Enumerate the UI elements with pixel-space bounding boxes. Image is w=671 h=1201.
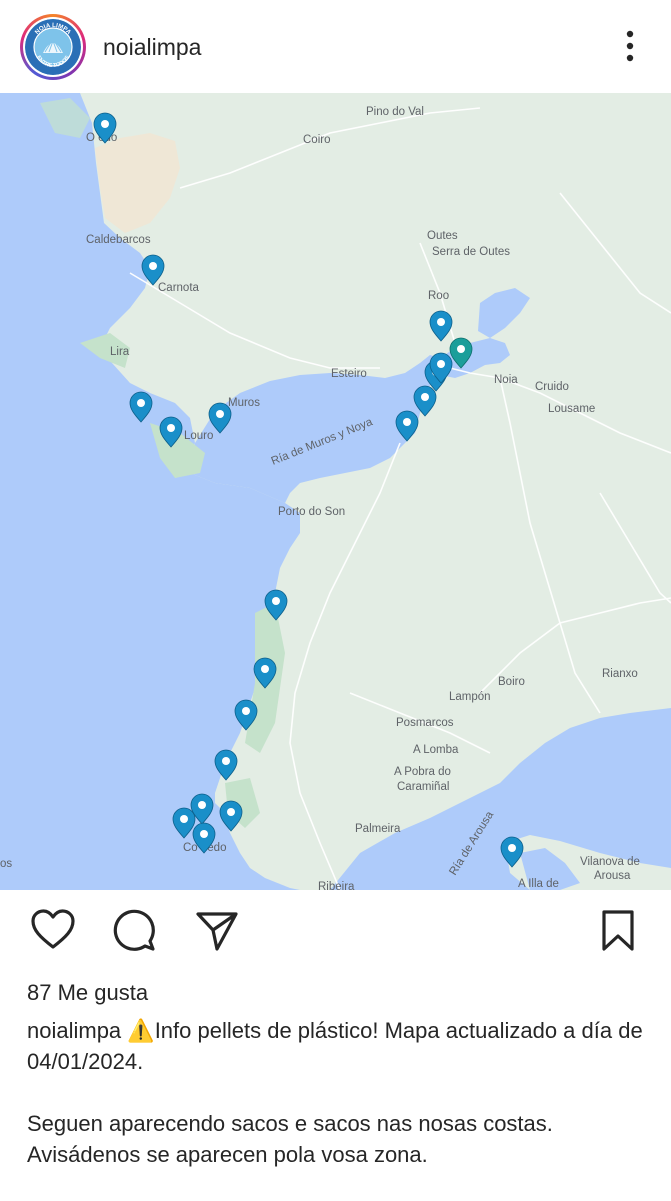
header-username[interactable]: noialimpa — [103, 34, 201, 61]
label-palmeira: Palmeira — [355, 823, 401, 835]
label-lira: Lira — [110, 346, 130, 358]
label-carnota: Carnota — [158, 282, 200, 294]
label-caraminal: Caramiñal — [397, 781, 449, 793]
label-lousame: Lousame — [548, 403, 595, 415]
label-pino-do-val: Pino do Val — [366, 106, 424, 118]
label-ribeira: Ribeira — [318, 881, 355, 890]
label-a-illa: A Illa de — [518, 878, 559, 890]
post-image-map[interactable]: Pino do Val Coiro O edo Caldebarcos Carn… — [0, 93, 671, 890]
label-porto-do-son: Porto do Son — [278, 506, 345, 518]
label-cruido: Cruido — [535, 381, 569, 393]
send-icon[interactable] — [194, 908, 240, 959]
label-a-lomba: A Lomba — [413, 744, 459, 756]
heart-icon[interactable] — [30, 908, 76, 957]
caption-username[interactable]: noialimpa — [27, 1018, 121, 1043]
label-serra-de-outes: Serra de Outes — [432, 246, 510, 258]
label-lampon: Lampón — [449, 691, 491, 703]
label-posmarcos: Posmarcos — [396, 717, 454, 729]
label-noia: Noia — [494, 374, 518, 386]
bookmark-icon[interactable] — [598, 908, 638, 959]
label-coiro: Coiro — [303, 134, 330, 146]
label-boiro: Boiro — [498, 676, 525, 688]
post-caption: noialimpa ⚠️Info pellets de plástico! Ma… — [27, 1015, 652, 1201]
label-a-pobra: A Pobra do — [394, 766, 451, 778]
label-vilanova: Vilanova de — [580, 856, 640, 868]
caption-text-line2: Seguen aparecendo sacos e sacos nas nosa… — [27, 1111, 553, 1167]
avatar[interactable]: NOIA LIMPA ENTRE TODOS — [20, 14, 86, 80]
label-louro: Louro — [184, 430, 213, 442]
label-outes: Outes — [427, 230, 458, 242]
label-vilanova-arousa: Arousa — [594, 870, 631, 882]
label-esteiro: Esteiro — [331, 368, 367, 380]
label-muros: Muros — [228, 397, 260, 409]
label-caldebarcos: Caldebarcos — [86, 234, 151, 246]
label-os: os — [0, 858, 12, 870]
label-rianxo: Rianxo — [602, 668, 638, 680]
post-header: NOIA LIMPA ENTRE TODOS noialimpa — [0, 0, 671, 93]
likes-count[interactable]: 87 Me gusta — [27, 980, 148, 1006]
vertical-ellipsis-icon[interactable] — [612, 26, 648, 66]
label-roo: Roo — [428, 290, 449, 302]
comment-icon[interactable] — [112, 908, 158, 959]
